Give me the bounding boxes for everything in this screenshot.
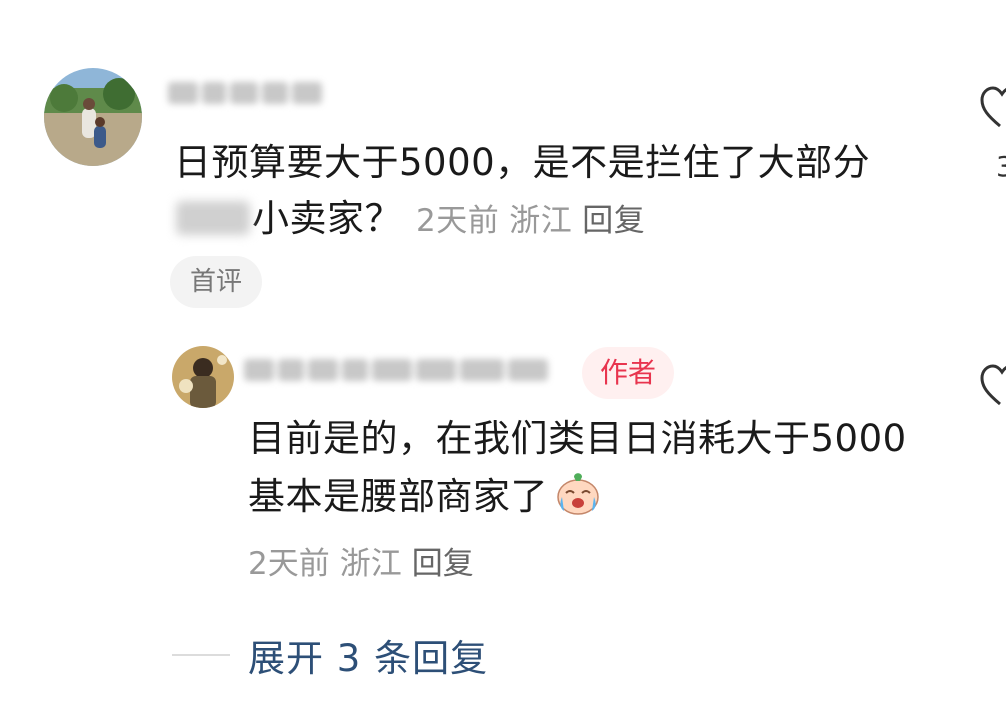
reply-button[interactable]: 回复 <box>412 546 474 582</box>
blurred-text <box>176 201 250 235</box>
comment-location: 浙江 <box>509 203 573 239</box>
reply-location: 浙江 <box>339 546 402 582</box>
reply-button[interactable]: 回复 <box>582 203 645 239</box>
username[interactable] <box>244 355 564 385</box>
comment-thread: 日预算要大于5000，是不是拦住了大部分小卖家？ 2天前 浙江 回复 首评 3 作者 <box>0 0 1006 708</box>
expand-replies-button[interactable]: 展开 3 条回复 <box>248 628 488 682</box>
divider <box>172 654 230 656</box>
first-comment-badge: 首评 <box>170 256 263 308</box>
avatar[interactable] <box>172 346 234 408</box>
comment-text-part1: 日预算要大于5000，是不是拦住了大部分 <box>174 141 871 184</box>
comment-text-part2: 小卖家？ <box>252 197 402 240</box>
avatar[interactable] <box>44 68 142 166</box>
comment-time: 2天前 <box>416 203 500 239</box>
comment-text: 日预算要大于5000，是不是拦住了大部分小卖家？ 2天前 浙江 回复 <box>174 135 934 249</box>
like-count: 3 <box>996 150 1006 183</box>
username[interactable] <box>168 78 338 108</box>
heart-icon[interactable] <box>978 82 1006 132</box>
reply-meta: 2天前 浙江 回复 <box>248 538 484 583</box>
reply-time: 2天前 <box>248 546 330 582</box>
author-badge: 作者 <box>582 347 675 399</box>
comment-meta: 2天前 浙江 回复 <box>416 203 655 239</box>
crying-laughing-emoji-icon <box>552 467 604 519</box>
heart-icon[interactable] <box>978 360 1006 410</box>
reply-text: 目前是的，在我们类目日消耗大于5000基本是腰部商家了 <box>248 411 938 525</box>
